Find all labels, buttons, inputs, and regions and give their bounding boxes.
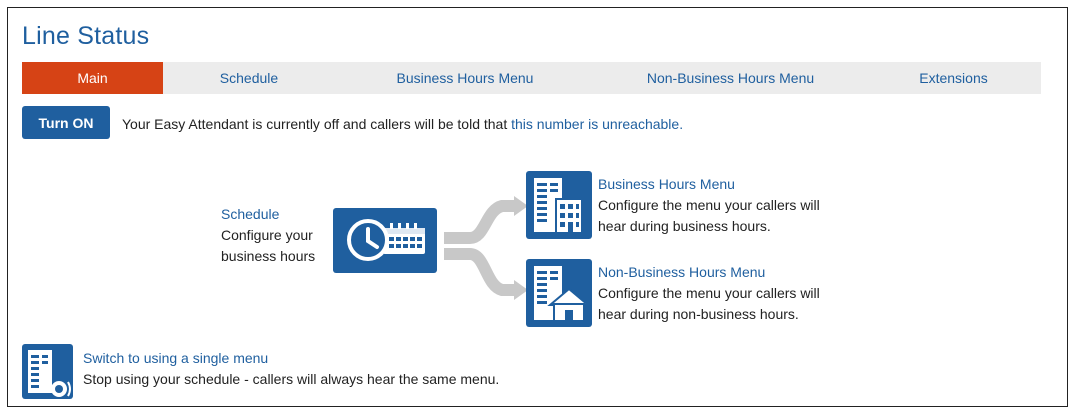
non-business-hours-menu-link[interactable]: Non-Business Hours Menu	[598, 262, 820, 283]
business-hours-line2: hear during business hours.	[598, 218, 771, 234]
schedule-line1: Configure your	[221, 227, 313, 243]
status-message: Your Easy Attendant is currently off and…	[122, 116, 683, 132]
house-icon[interactable]	[526, 259, 592, 327]
single-menu-speaker-icon[interactable]	[22, 344, 73, 399]
non-business-hours-block: Non-Business Hours Menu Configure the me…	[598, 262, 820, 325]
single-menu-description: Stop using your schedule - callers will …	[83, 371, 500, 387]
business-hours-menu-link[interactable]: Business Hours Menu	[598, 174, 820, 195]
schedule-line2: business hours	[221, 248, 316, 264]
business-hours-block: Business Hours Menu Configure the menu y…	[598, 174, 820, 237]
non-business-hours-line2: hear during non-business hours.	[598, 306, 799, 322]
tab-bar: Main Schedule Business Hours Menu Non-Bu…	[22, 62, 1041, 94]
turn-on-button[interactable]: Turn ON	[22, 106, 110, 139]
tab-business-hours-menu[interactable]: Business Hours Menu	[335, 62, 595, 94]
clock-calendar-icon[interactable]	[333, 208, 437, 273]
unreachable-link[interactable]: this number is unreachable.	[511, 116, 683, 132]
tab-schedule[interactable]: Schedule	[163, 62, 335, 94]
single-menu-block: Switch to using a single menu Stop using…	[83, 348, 499, 390]
switch-single-menu-link[interactable]: Switch to using a single menu	[83, 348, 499, 369]
business-hours-line1: Configure the menu your callers will	[598, 197, 820, 213]
non-business-hours-line1: Configure the menu your callers will	[598, 285, 820, 301]
schedule-block: Schedule Configure your business hours	[221, 204, 315, 267]
line-status-panel: Line Status Main Schedule Business Hours…	[7, 7, 1068, 407]
tab-main[interactable]: Main	[22, 62, 163, 94]
status-text: Your Easy Attendant is currently off and…	[122, 116, 512, 132]
schedule-link[interactable]: Schedule	[221, 204, 315, 225]
tab-non-business-hours-menu[interactable]: Non-Business Hours Menu	[595, 62, 866, 94]
office-building-icon[interactable]	[526, 171, 592, 239]
page-title: Line Status	[22, 22, 150, 50]
tab-extensions[interactable]: Extensions	[866, 62, 1041, 94]
branch-arrows	[444, 196, 528, 300]
